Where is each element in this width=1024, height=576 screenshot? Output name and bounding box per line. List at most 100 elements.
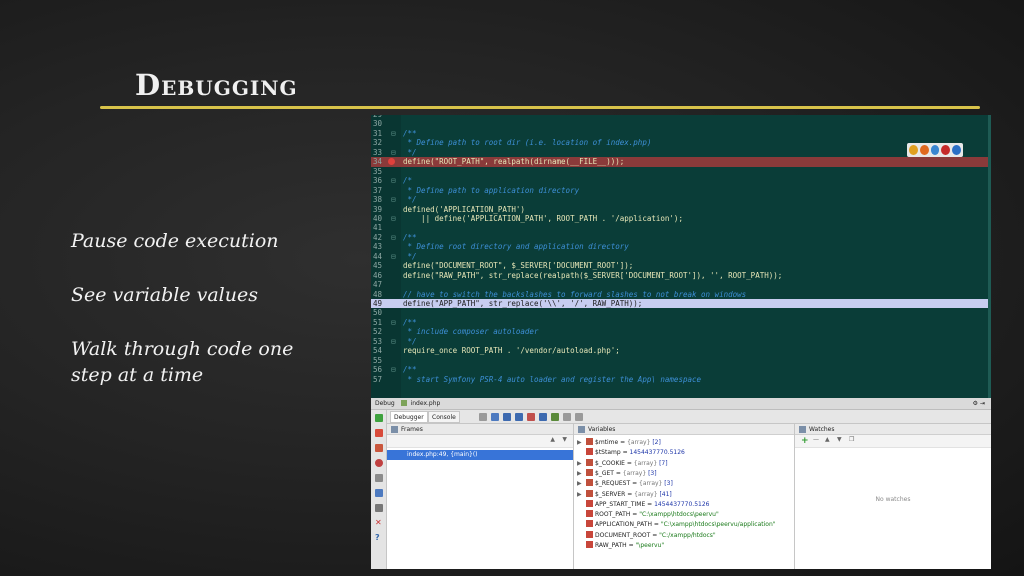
view-breakpoints-icon[interactable] <box>375 444 383 452</box>
resume-icon[interactable] <box>375 414 383 422</box>
code-line[interactable]: 31 ⊟ /** <box>371 129 988 138</box>
code-line[interactable]: 45 define("DOCUMENT_ROOT", $_SERVER['DOCU… <box>371 261 988 270</box>
code-line[interactable]: 54 require_once ROOT_PATH . '/vendor/auto… <box>371 346 988 355</box>
help-icon[interactable]: ? <box>375 534 383 542</box>
run-to-cursor-icon[interactable] <box>551 413 559 421</box>
code-line[interactable]: 57 * start Symfony PSR-4 auto loader and… <box>371 375 988 384</box>
show-execution-point-icon[interactable] <box>491 413 499 421</box>
close-icon[interactable]: ✕ <box>375 519 383 527</box>
code-line[interactable]: 34 define("ROOT_PATH", realpath(dirname(_… <box>371 157 988 167</box>
fold-icon[interactable]: ⊟ <box>391 176 396 185</box>
evaluate-icon[interactable] <box>563 413 571 421</box>
fold-icon[interactable]: ⊟ <box>391 233 396 242</box>
variable-value: "C:\xampp\htdocs\peervu/application" <box>660 521 776 529</box>
mute-breakpoints-icon[interactable] <box>375 459 383 467</box>
tab-debugger[interactable]: Debugger <box>390 411 428 423</box>
code-line[interactable]: 40 ⊟ || define('APPLICATION_PATH', ROOT_P… <box>371 214 988 223</box>
code-line[interactable]: 50 <box>371 308 988 317</box>
fold-icon[interactable]: ⊟ <box>391 318 396 327</box>
gear-icon[interactable]: ⚙ ⇥ <box>973 398 985 410</box>
chrome-icon[interactable] <box>909 145 918 155</box>
code-editor[interactable]: 293031⊟/**32 * Define path to root dir (… <box>371 115 991 398</box>
variable-row[interactable]: ▶ $_GET = {array} [3] <box>577 468 657 479</box>
safari-icon[interactable] <box>930 145 940 155</box>
code-line[interactable]: 48 // have to switch the backslashes to f… <box>371 290 988 299</box>
code-line[interactable]: 39 defined('APPLICATION_PATH') <box>371 205 988 214</box>
step-over-icon[interactable] <box>503 413 511 421</box>
step-out-icon[interactable] <box>539 413 547 421</box>
variable-name: APPLICATION_PATH <box>595 521 652 529</box>
code-line[interactable]: 42 ⊟ /** <box>371 233 988 242</box>
variables-title: Variables <box>588 426 616 433</box>
code-line[interactable]: 49 define("APP_PATH", str_replace('\\', '… <box>371 299 988 309</box>
variable-row[interactable]: DOCUMENT_ROOT = "C:/xampp/htdocs" <box>577 530 716 541</box>
ie-icon[interactable] <box>952 145 961 155</box>
variable-row[interactable]: ▶ $_COOKIE = {array} [7] <box>577 458 668 469</box>
stop-icon[interactable] <box>375 429 383 437</box>
expand-arrow-icon[interactable]: ▶ <box>577 438 586 448</box>
variable-row[interactable]: ▶ $mtime = {array} [2] <box>577 438 661 448</box>
code-line[interactable]: 30 <box>371 119 988 128</box>
expand-arrow-icon[interactable]: ▶ <box>577 490 586 500</box>
code-line[interactable]: 47 <box>371 280 988 289</box>
variable-equals: = <box>624 459 634 467</box>
arrow-up-icon[interactable]: ▲ <box>550 436 555 443</box>
code-line[interactable]: 38 ⊟ */ <box>371 195 988 204</box>
variable-name: ROOT_PATH <box>595 511 631 519</box>
code-line[interactable]: 37 * Define path to application director… <box>371 186 988 195</box>
code-line[interactable]: 43 * Define root directory and applicati… <box>371 242 988 251</box>
variable-row[interactable]: APP_START_TIME = 1454437770.5126 <box>577 499 709 510</box>
fold-icon[interactable]: ⊟ <box>391 148 396 157</box>
fold-icon[interactable]: ⊟ <box>391 129 396 138</box>
expand-arrow-icon[interactable]: ▶ <box>577 479 586 489</box>
pin-icon[interactable] <box>375 504 383 512</box>
fold-icon[interactable]: ⊟ <box>391 337 396 346</box>
code-line[interactable]: 35 <box>371 167 988 176</box>
code-line[interactable]: 44 ⊟ */ <box>371 252 988 261</box>
debug-file-tab[interactable]: index.php <box>411 400 441 407</box>
expand-arrow-icon[interactable]: ▶ <box>577 459 586 469</box>
editor-scrollbar[interactable] <box>988 115 991 398</box>
code-line[interactable]: 51 ⊟ /** <box>371 318 988 327</box>
variable-row[interactable]: $tStamp = 1454437770.5126 <box>577 448 685 458</box>
fold-icon[interactable]: ⊟ <box>391 252 396 261</box>
variable-row[interactable]: RAW_PATH = "\peervu" <box>577 541 664 551</box>
arrow-down-icon[interactable]: ▼ <box>837 436 842 443</box>
opera-icon[interactable] <box>941 145 951 155</box>
variable-row[interactable]: ▶ $_REQUEST = {array} [3] <box>577 479 673 489</box>
variable-row[interactable]: ROOT_PATH = "C:\xampp\htdocs\peervu" <box>577 510 719 520</box>
step-into-icon[interactable] <box>515 413 523 421</box>
code-line[interactable]: 56 ⊟ /** <box>371 365 988 374</box>
expand-arrow-icon[interactable]: ▶ <box>577 469 586 479</box>
add-watch-icon[interactable]: + <box>801 437 809 446</box>
fold-icon[interactable]: ⊟ <box>391 195 396 204</box>
code-line[interactable]: 41 <box>371 223 988 232</box>
settings-icon[interactable] <box>375 489 383 497</box>
line-number: 57 <box>373 374 383 384</box>
variable-name: $tStamp <box>595 449 621 457</box>
code-line[interactable]: 33 ⊟ */ <box>371 148 988 157</box>
copy-icon[interactable]: ❐ <box>849 436 854 443</box>
step-icon[interactable] <box>375 474 383 482</box>
remove-watch-icon[interactable]: — <box>813 436 819 443</box>
code-line[interactable]: 52 * include composer autoloader <box>371 327 988 336</box>
breakpoint-icon[interactable] <box>388 158 395 166</box>
code-line[interactable]: 36 ⊟ /* <box>371 176 988 185</box>
code-line[interactable]: 46 define("RAW_PATH", str_replace(realpat… <box>371 271 988 280</box>
table-view-icon[interactable] <box>575 413 583 421</box>
arrow-up-icon[interactable]: ▲ <box>825 436 830 443</box>
fold-icon[interactable]: ⊟ <box>391 214 396 223</box>
code-line[interactable]: 32 * Define path to root dir (i.e. locat… <box>371 138 988 147</box>
arrow-down-icon[interactable]: ▼ <box>562 436 567 443</box>
variable-row[interactable]: APPLICATION_PATH = "C:\xampp\htdocs\peer… <box>577 520 776 530</box>
force-step-into-icon[interactable] <box>527 413 535 421</box>
code-line[interactable]: 53 ⊟ */ <box>371 337 988 346</box>
variable-row[interactable]: ▶ $_SERVER = {array} [41] <box>577 489 672 500</box>
frame-row-selected[interactable]: index.php:49, {main}() <box>387 450 573 460</box>
tab-console[interactable]: Console <box>428 411 460 423</box>
variable-value: [41] <box>659 490 672 498</box>
toolbar-layout-icon[interactable] <box>479 413 487 421</box>
code-line[interactable]: 55 <box>371 356 988 365</box>
fold-icon[interactable]: ⊟ <box>391 365 396 374</box>
firefox-icon[interactable] <box>919 145 929 155</box>
